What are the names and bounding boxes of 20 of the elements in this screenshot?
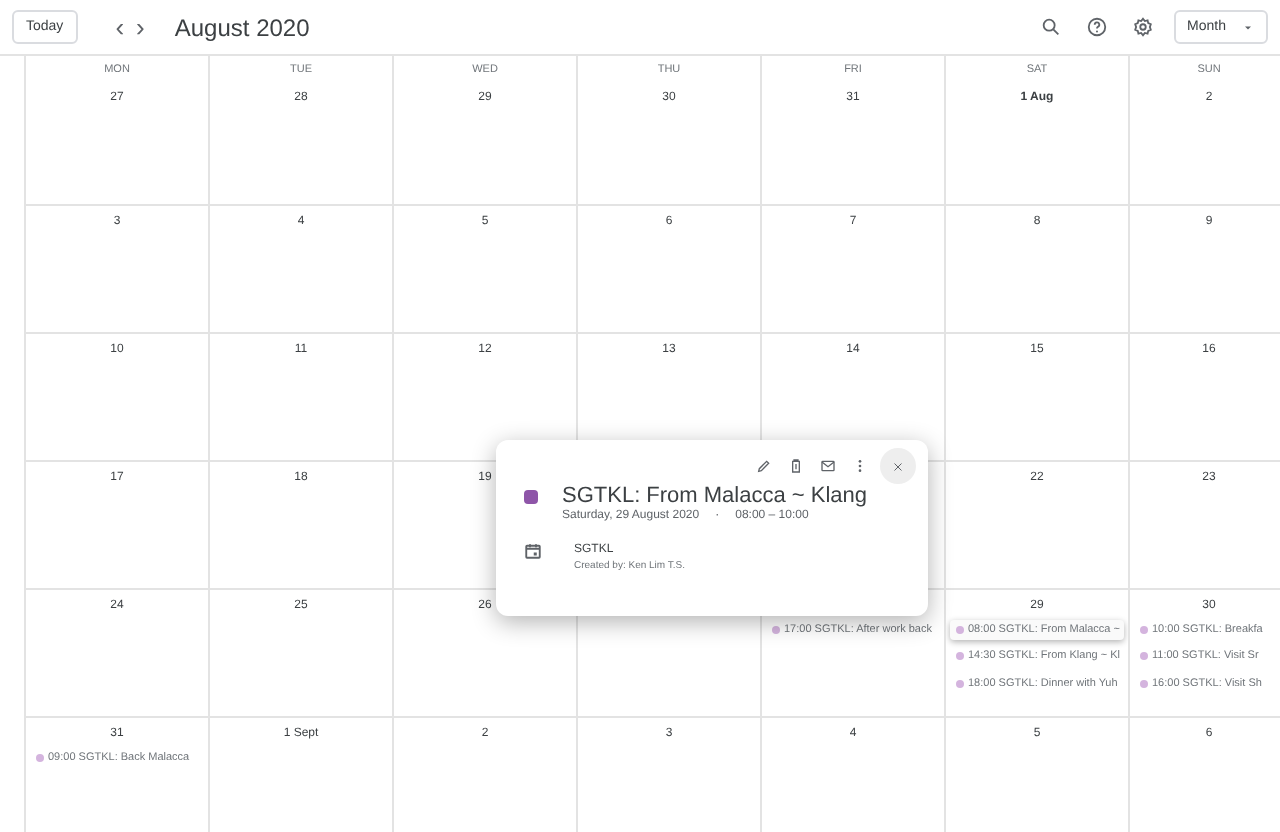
event-dot	[1140, 679, 1148, 688]
previous-button[interactable]: ‹	[109, 14, 131, 40]
event-dot	[956, 626, 964, 635]
event-dot	[956, 679, 964, 688]
event-dot	[1140, 626, 1148, 635]
envelope-icon	[820, 458, 836, 474]
event-dot	[1140, 652, 1148, 661]
search-icon	[1039, 16, 1062, 38]
caret-icon	[1242, 21, 1254, 33]
event-dot	[36, 754, 44, 763]
pencil-icon	[756, 458, 772, 474]
month-title: August 2020	[174, 11, 310, 45]
calendar-icon	[524, 542, 542, 561]
event-dot	[772, 626, 780, 635]
trash-icon	[788, 458, 804, 474]
event-dot	[956, 652, 964, 661]
settings-icon	[1131, 16, 1154, 38]
help-icon	[1085, 16, 1108, 38]
close-icon	[892, 459, 904, 473]
next-button[interactable]: ›	[130, 14, 151, 40]
